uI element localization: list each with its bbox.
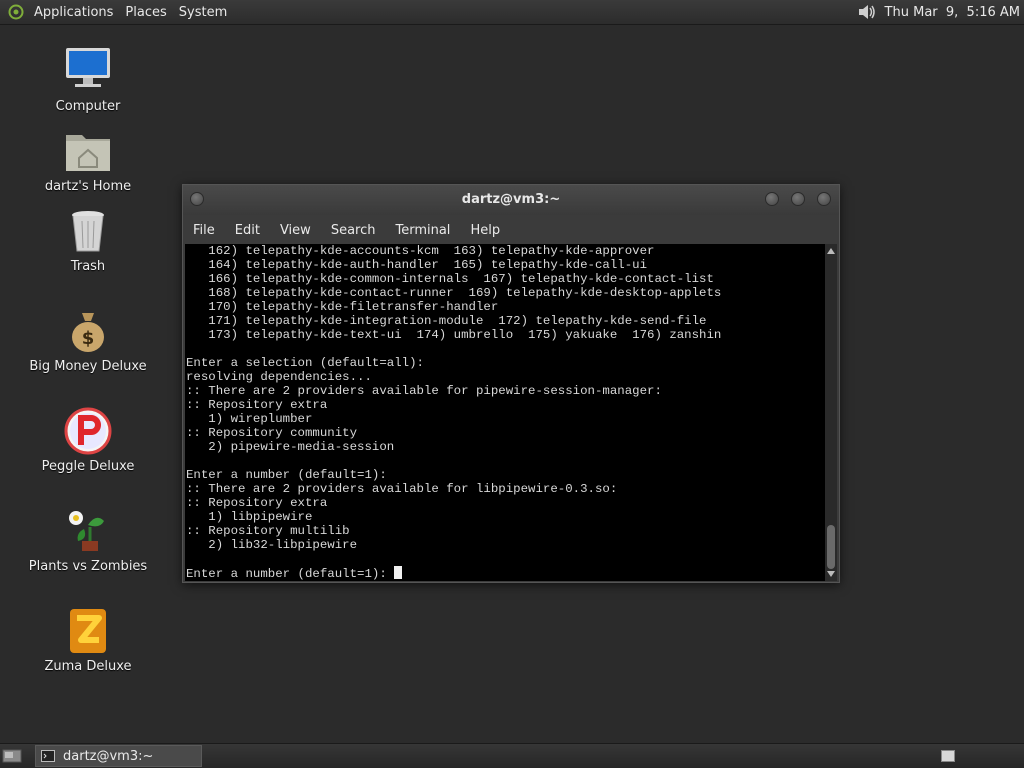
desktop-icon-label: Plants vs Zombies (28, 559, 148, 574)
taskbar-button-label: dartz@vm3:~ (63, 748, 154, 764)
places-menu[interactable]: Places (119, 0, 172, 25)
terminal-line: 168) telepathy-kde-contact-runner 169) t… (186, 286, 722, 300)
system-menu[interactable]: System (173, 0, 233, 25)
terminal-line: 164) telepathy-kde-auth-handler 165) tel… (186, 258, 648, 272)
menu-file[interactable]: File (183, 223, 225, 238)
terminal-line: 166) telepathy-kde-common-internals 167)… (186, 272, 714, 286)
home-folder-icon (66, 135, 110, 171)
terminal-line: :: There are 2 providers available for p… (186, 384, 662, 398)
terminal-lines: 162) telepathy-kde-accounts-kcm 163) tel… (185, 244, 826, 566)
terminal-line: 2) lib32-libpipewire (186, 538, 358, 552)
top-panel: Applications Places System Thu Mar 9, 5:… (0, 0, 1024, 25)
close-button[interactable] (817, 192, 831, 206)
scroll-down-arrow-icon[interactable] (825, 569, 837, 579)
terminal-line: 170) telepathy-kde-filetransfer-handler (186, 300, 499, 314)
distro-logo-icon[interactable] (8, 4, 24, 20)
terminal-line: 1) wireplumber (186, 412, 313, 426)
terminal-line: 171) telepathy-kde-integration-module 17… (186, 314, 707, 328)
desktop-icon-peggle[interactable]: Peggle Deluxe (23, 405, 153, 474)
computer-icon (66, 48, 110, 87)
desktop-icon-plants[interactable]: Plants vs Zombies (23, 505, 153, 574)
menu-edit[interactable]: Edit (225, 223, 270, 238)
terminal-line: resolving dependencies... (186, 370, 372, 384)
terminal-line: 162) telepathy-kde-accounts-kcm 163) tel… (186, 244, 655, 258)
zuma-icon (70, 609, 106, 653)
terminal-line: :: Repository community (186, 426, 358, 440)
trash-icon (72, 211, 104, 252)
desktop-icon-label: Trash (70, 259, 106, 274)
terminal-line: Enter a number (default=1): (186, 468, 387, 482)
menu-help[interactable]: Help (460, 223, 510, 238)
window-titlebar[interactable]: dartz@vm3:~ (183, 185, 839, 215)
desktop-icon-label: dartz's Home (44, 179, 132, 194)
money-bag-icon: $ (72, 313, 104, 352)
plants-icon (69, 511, 104, 551)
taskbar-terminal-button[interactable]: dartz@vm3:~ (35, 745, 202, 767)
menu-search[interactable]: Search (321, 223, 386, 238)
terminal-scrollbar[interactable] (825, 244, 837, 581)
applications-menu[interactable]: Applications (28, 0, 119, 25)
desktop-icon-label: Peggle Deluxe (41, 459, 135, 474)
window-title: dartz@vm3:~ (461, 192, 561, 207)
terminal-icon (41, 750, 55, 762)
desktop-icon-home[interactable]: dartz's Home (23, 125, 153, 194)
terminal-line: :: There are 2 providers available for l… (186, 482, 618, 496)
show-desktop-icon[interactable] (2, 748, 22, 764)
maximize-button[interactable] (791, 192, 805, 206)
menu-terminal[interactable]: Terminal (385, 223, 460, 238)
menu-view[interactable]: View (270, 223, 321, 238)
scroll-up-arrow-icon[interactable] (825, 246, 837, 256)
minimize-button[interactable] (765, 192, 779, 206)
terminal-line: :: Repository extra (186, 496, 328, 510)
terminal-prompt: Enter a number (default=1): (186, 567, 395, 581)
text-cursor (394, 566, 403, 579)
terminal-line: 1) libpipewire (186, 510, 313, 524)
scrollbar-thumb[interactable] (827, 525, 835, 569)
volume-icon[interactable] (857, 3, 877, 21)
desktop-icon-computer[interactable]: Computer (23, 45, 153, 114)
desktop-icon-trash[interactable]: Trash (23, 205, 153, 274)
terminal-menubar: File Edit View Search Terminal Help (183, 217, 839, 243)
terminal-prompt-line[interactable]: Enter a number (default=1): (185, 566, 826, 581)
terminal-line: 173) telepathy-kde-text-ui 174) umbrello… (186, 328, 722, 342)
workspace-switcher[interactable] (941, 750, 955, 762)
bottom-panel: dartz@vm3:~ (0, 743, 1024, 768)
clock[interactable]: Thu Mar 9, 5:16 AM (885, 5, 1020, 20)
terminal-window[interactable]: dartz@vm3:~ File Edit View Search Termin… (182, 184, 840, 583)
desktop-icon-label: Computer (55, 99, 121, 114)
peggle-icon (64, 407, 112, 455)
terminal-line: :: Repository multilib (186, 524, 350, 538)
desktop-icon-zuma[interactable]: Zuma Deluxe (23, 605, 153, 674)
desktop-icon-label: Big Money Deluxe (29, 359, 147, 374)
terminal-line: Enter a selection (default=all): (186, 356, 424, 370)
terminal-output[interactable]: 162) telepathy-kde-accounts-kcm 163) tel… (185, 244, 826, 581)
svg-text:$: $ (82, 328, 95, 349)
desktop-icon-big-money[interactable]: $ Big Money Deluxe (23, 305, 153, 374)
terminal-line: 2) pipewire-media-session (186, 440, 395, 454)
terminal-line: :: Repository extra (186, 398, 328, 412)
desktop-icon-label: Zuma Deluxe (44, 659, 132, 674)
